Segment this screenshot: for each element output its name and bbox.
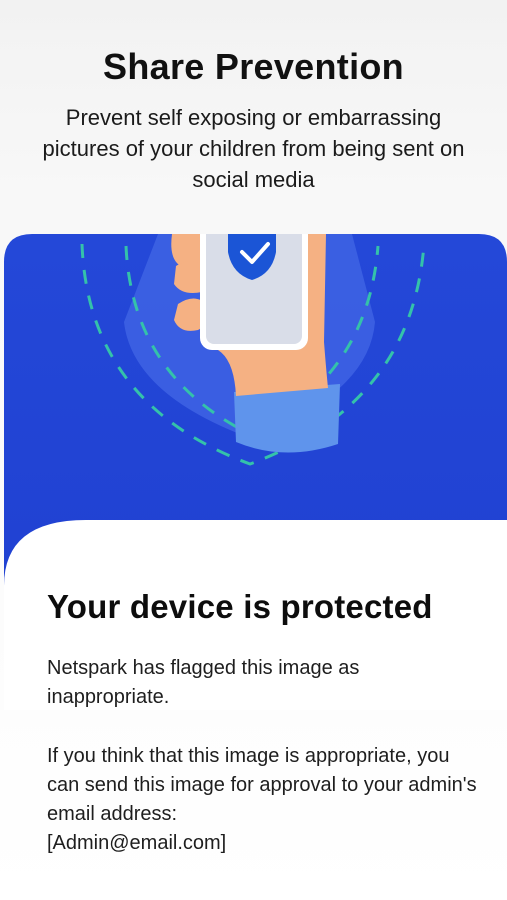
approval-instructions: If you think that this image is appropri… — [47, 742, 477, 858]
approval-instructions-text: If you think that this image is appropri… — [47, 745, 477, 825]
protection-message-card: Your device is protected Netspark has fl… — [0, 524, 507, 900]
card-title: Your device is protected — [47, 588, 433, 625]
admin-email: [Admin@email.com] — [47, 832, 227, 854]
header: Share Prevention Prevent self exposing o… — [0, 0, 507, 234]
page-subtitle: Prevent self exposing or embarrassing pi… — [42, 105, 465, 192]
flagged-image-message: Netspark has flagged this image as inapp… — [47, 657, 360, 708]
page-title: Share Prevention — [103, 46, 404, 87]
